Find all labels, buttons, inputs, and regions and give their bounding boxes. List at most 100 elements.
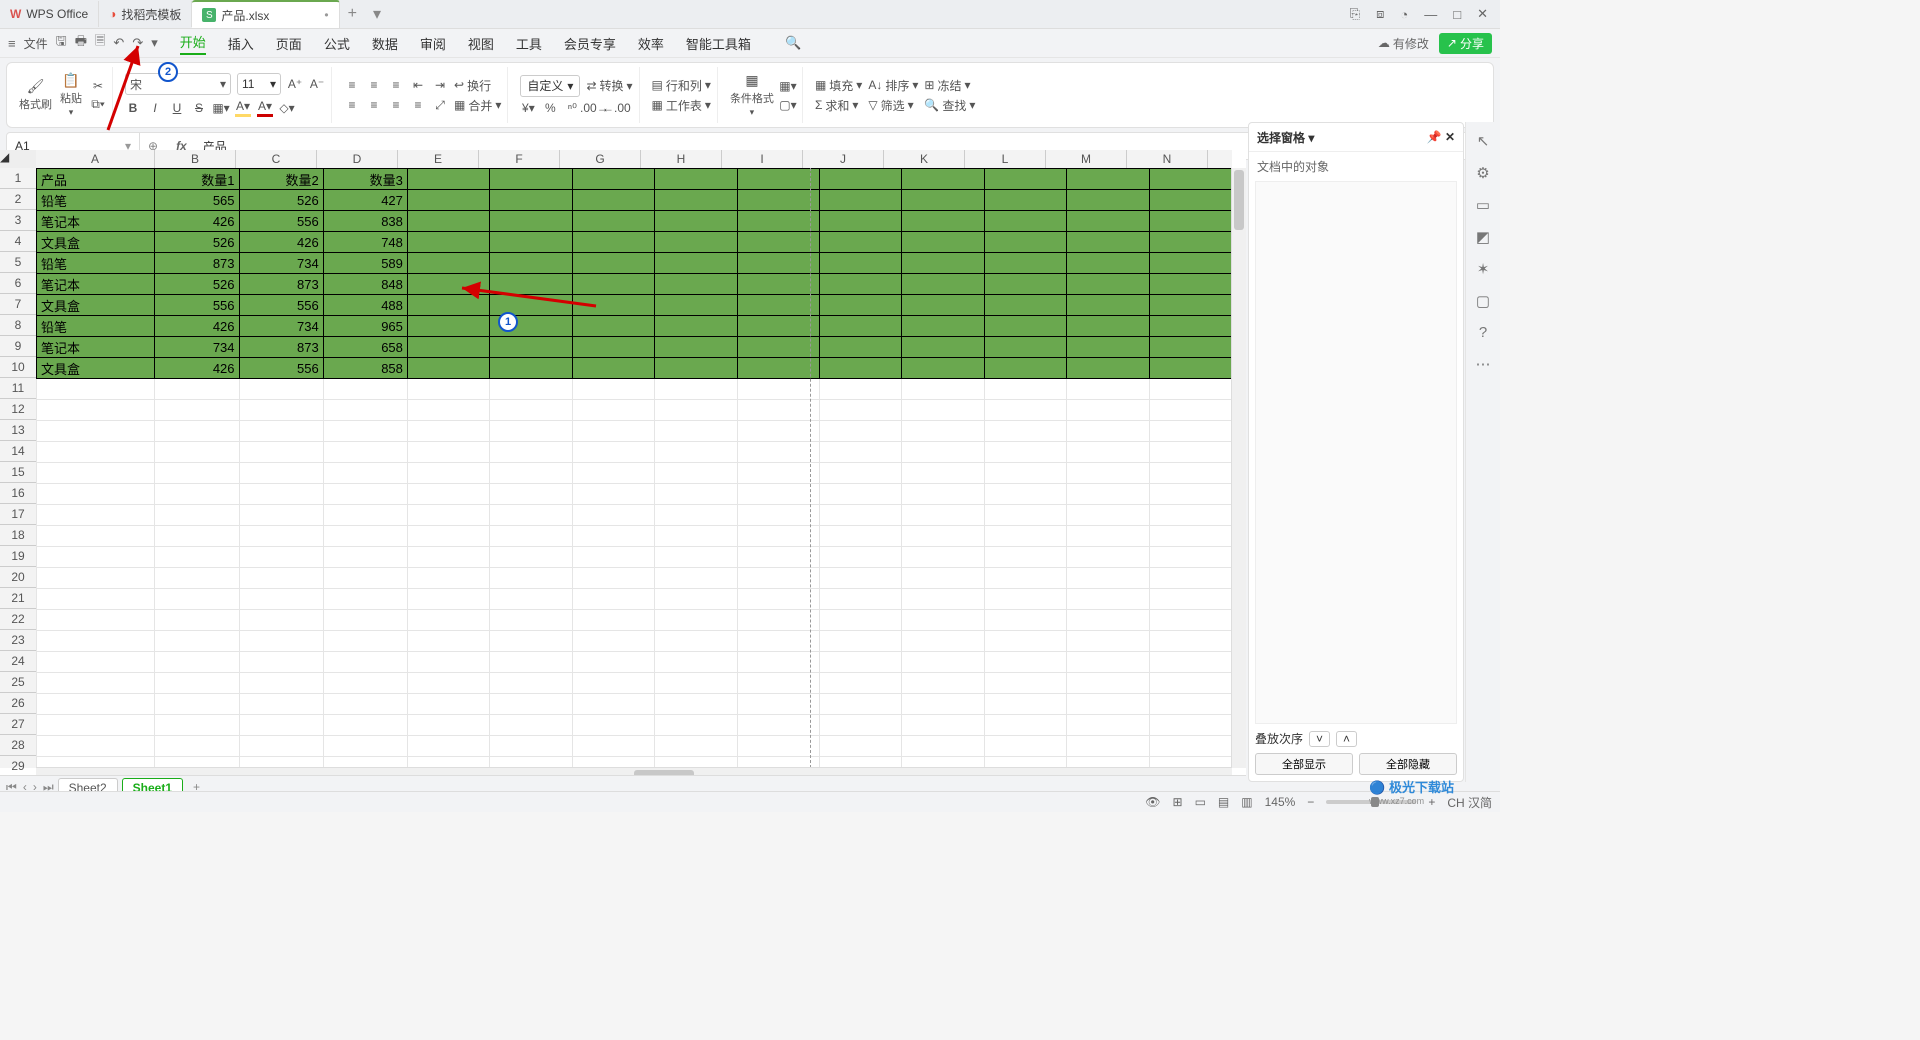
cell[interactable] xyxy=(37,526,155,547)
cell[interactable] xyxy=(655,526,737,547)
cell[interactable] xyxy=(407,337,489,358)
cell[interactable] xyxy=(37,736,155,757)
cell[interactable] xyxy=(655,379,737,400)
cell[interactable] xyxy=(323,463,407,484)
cell[interactable] xyxy=(655,568,737,589)
cell[interactable] xyxy=(1067,589,1149,610)
cell[interactable] xyxy=(1149,169,1231,190)
cell[interactable] xyxy=(572,421,654,442)
cell[interactable] xyxy=(655,736,737,757)
cell[interactable] xyxy=(737,526,819,547)
more-tools-icon[interactable]: ⋯ xyxy=(1476,355,1491,373)
cell[interactable] xyxy=(323,610,407,631)
cell[interactable] xyxy=(490,253,572,274)
cell[interactable] xyxy=(655,421,737,442)
cell[interactable] xyxy=(1149,358,1231,379)
cell[interactable] xyxy=(902,400,984,421)
cell[interactable] xyxy=(572,526,654,547)
avatar-icon[interactable]: ◔ xyxy=(1400,7,1408,22)
row-header[interactable]: 19 xyxy=(0,546,36,567)
cell[interactable] xyxy=(1067,190,1149,211)
cell[interactable] xyxy=(1067,169,1149,190)
cell[interactable] xyxy=(239,568,323,589)
menu-page[interactable]: 页面 xyxy=(276,34,302,53)
cell[interactable] xyxy=(984,211,1066,232)
cell[interactable] xyxy=(1149,337,1231,358)
cell[interactable] xyxy=(407,526,489,547)
row-header[interactable]: 8 xyxy=(0,315,36,336)
cell[interactable]: 734 xyxy=(155,337,239,358)
cell[interactable] xyxy=(37,694,155,715)
cell[interactable] xyxy=(902,610,984,631)
cell[interactable] xyxy=(902,358,984,379)
cell[interactable] xyxy=(572,463,654,484)
cell[interactable] xyxy=(572,211,654,232)
cell[interactable]: 427 xyxy=(323,190,407,211)
view-grid-icon[interactable]: ⊞ xyxy=(1173,795,1183,809)
cell[interactable] xyxy=(37,484,155,505)
cell[interactable] xyxy=(407,232,489,253)
cell[interactable] xyxy=(407,568,489,589)
share-button[interactable]: ↗分享 xyxy=(1439,33,1492,54)
copy-icon[interactable]: ⧉▾ xyxy=(90,97,106,113)
cell[interactable] xyxy=(984,421,1066,442)
cell[interactable] xyxy=(902,169,984,190)
cell[interactable] xyxy=(737,379,819,400)
cell[interactable] xyxy=(819,421,901,442)
cell[interactable]: 734 xyxy=(239,253,323,274)
row-header[interactable]: 26 xyxy=(0,693,36,714)
cell[interactable] xyxy=(819,610,901,631)
cell[interactable] xyxy=(737,169,819,190)
cell[interactable] xyxy=(984,337,1066,358)
cell[interactable] xyxy=(407,295,489,316)
cell[interactable] xyxy=(572,358,654,379)
cell[interactable] xyxy=(737,589,819,610)
cell[interactable] xyxy=(655,358,737,379)
cell[interactable] xyxy=(655,274,737,295)
cell[interactable] xyxy=(490,379,572,400)
cell[interactable] xyxy=(323,694,407,715)
dec-decimal-icon[interactable]: ←.00 xyxy=(608,100,624,116)
cell[interactable] xyxy=(902,337,984,358)
cell[interactable] xyxy=(737,274,819,295)
cell[interactable] xyxy=(1149,589,1231,610)
cell[interactable] xyxy=(407,421,489,442)
shrink-font-icon[interactable]: A⁻ xyxy=(309,76,325,92)
cell[interactable] xyxy=(572,379,654,400)
cell[interactable]: 铅笔 xyxy=(37,253,155,274)
fill-button[interactable]: ▦填充▾ xyxy=(815,77,862,94)
print-preview-icon[interactable]: 🗏 xyxy=(95,32,105,54)
cell[interactable]: 产品 xyxy=(37,169,155,190)
col-header-B[interactable]: B xyxy=(155,150,236,168)
cell[interactable] xyxy=(490,610,572,631)
cell[interactable] xyxy=(737,736,819,757)
cell[interactable] xyxy=(902,736,984,757)
cell[interactable] xyxy=(1149,526,1231,547)
cell[interactable]: 556 xyxy=(239,295,323,316)
cell[interactable]: 数量2 xyxy=(239,169,323,190)
cell[interactable] xyxy=(1067,358,1149,379)
cell[interactable] xyxy=(155,631,239,652)
cell[interactable] xyxy=(407,631,489,652)
cell[interactable] xyxy=(1067,715,1149,736)
col-header-M[interactable]: M xyxy=(1046,150,1127,168)
cell[interactable] xyxy=(155,379,239,400)
comma-icon[interactable]: ⁿ⁰ xyxy=(564,100,580,116)
cell[interactable] xyxy=(1067,505,1149,526)
cell[interactable] xyxy=(655,442,737,463)
cell[interactable] xyxy=(155,673,239,694)
cell[interactable] xyxy=(902,505,984,526)
cell[interactable] xyxy=(984,190,1066,211)
cell[interactable] xyxy=(984,652,1066,673)
cell[interactable] xyxy=(737,316,819,337)
app-tab-wps[interactable]: W WPS Office xyxy=(0,1,99,27)
sum-button[interactable]: Σ求和▾ xyxy=(815,97,862,114)
menu-home[interactable]: 开始 xyxy=(180,32,206,55)
cell[interactable] xyxy=(37,505,155,526)
paste-button[interactable]: 📋粘贴▾ xyxy=(58,72,84,118)
cell[interactable] xyxy=(572,589,654,610)
cell[interactable] xyxy=(239,589,323,610)
cell[interactable] xyxy=(819,715,901,736)
cell[interactable] xyxy=(819,169,901,190)
cell[interactable] xyxy=(655,253,737,274)
